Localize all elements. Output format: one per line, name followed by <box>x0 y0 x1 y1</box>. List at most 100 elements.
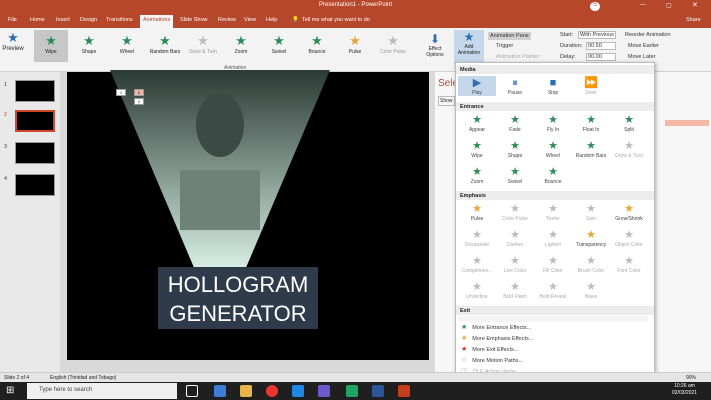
share-button[interactable]: Share <box>686 17 701 23</box>
entrance-grow-turn[interactable]: ★ Grow & Turn <box>610 139 648 159</box>
task-view-icon[interactable] <box>186 385 198 397</box>
animation-tag[interactable]: 1 <box>116 89 126 96</box>
effect-shape[interactable]: ★ Shape <box>72 30 106 62</box>
emphasis-underline[interactable]: ★ Underline <box>458 280 496 300</box>
delay-input[interactable]: 00.00 <box>586 53 616 61</box>
animation-tag[interactable]: 0 <box>134 89 144 96</box>
entrance-appear[interactable]: ★ Appear <box>458 113 496 133</box>
media-pause[interactable]: ⏸ Pause <box>496 76 534 96</box>
slide-title-box[interactable]: HOLLOGRAM GENERATOR <box>158 267 318 329</box>
entrance-bounce[interactable]: ★ Bounce <box>534 165 572 185</box>
trigger-button[interactable]: Trigger <box>496 43 513 49</box>
powerpoint-icon[interactable] <box>398 385 410 397</box>
emphasis-complementary[interactable]: ★ Complemen... <box>458 254 496 274</box>
emphasis-object-color[interactable]: ★ Object Color <box>610 228 648 248</box>
more-motion-paths[interactable]: ☆ More Motion Paths... <box>461 356 523 364</box>
emphasis-bold-flash[interactable]: ★ Bold Flash <box>496 280 534 300</box>
entrance-fly-in[interactable]: ★ Fly In <box>534 113 572 133</box>
tab-design[interactable]: Design <box>80 17 97 23</box>
effect-zoom[interactable]: ★ Zoom <box>224 30 258 62</box>
effect-options-button[interactable]: ⬇ Effect Options <box>422 32 448 58</box>
close-icon[interactable]: ✕ <box>692 1 698 9</box>
emphasis-wave[interactable]: ★ Wave <box>572 280 610 300</box>
emphasis-pulse[interactable]: ★ Pulse <box>458 202 496 222</box>
entrance-float-in[interactable]: ★ Float In <box>572 113 610 133</box>
start-select[interactable]: With Previous <box>578 31 616 39</box>
minimize-icon[interactable]: — <box>640 2 646 8</box>
photos-icon[interactable] <box>318 385 330 397</box>
zoom-level[interactable]: 90% <box>686 375 696 381</box>
more-exit-effects[interactable]: ★ More Exit Effects... <box>461 345 518 353</box>
file-explorer-icon[interactable] <box>240 385 252 397</box>
effect-wipe[interactable]: ★ Wipe <box>34 30 68 62</box>
media-play[interactable]: ▶ Play <box>458 76 496 96</box>
tab-insert[interactable]: Insert <box>56 17 70 23</box>
entrance-wheel[interactable]: ★ Wheel <box>534 139 572 159</box>
media-seek[interactable]: ⏩ Seek <box>572 76 610 96</box>
maximize-icon[interactable]: ▢ <box>666 2 672 9</box>
move-later-button[interactable]: Move Later <box>628 54 656 60</box>
language-status[interactable]: English (Trinidad and Tobago) <box>50 375 116 381</box>
slide-thumbnail-2[interactable] <box>15 110 55 132</box>
tab-transitions[interactable]: Transitions <box>106 17 133 23</box>
tab-home[interactable]: Home <box>30 17 45 23</box>
entrance-wipe[interactable]: ★ Wipe <box>458 139 496 159</box>
media-stop[interactable]: ■ Stop <box>534 76 572 96</box>
emphasis-font-color[interactable]: ★ Font Color <box>610 254 648 274</box>
entrance-zoom[interactable]: ★ Zoom <box>458 165 496 185</box>
add-animation-button[interactable]: ★ Add Animation <box>454 30 484 64</box>
emphasis-transparency[interactable]: ★ Transparency <box>572 228 610 248</box>
chrome-icon[interactable] <box>266 385 278 397</box>
emphasis-brush-color[interactable]: ★ Brush Color <box>572 254 610 274</box>
more-entrance-effects[interactable]: ★ More Entrance Effects... <box>461 323 531 331</box>
animation-pane-button[interactable]: Animation Pane <box>488 32 531 40</box>
slide-thumbnail-3[interactable] <box>15 142 55 164</box>
more-emphasis-effects[interactable]: ★ More Emphasis Effects... <box>461 334 533 342</box>
effect-wheel[interactable]: ★ Wheel <box>110 30 144 62</box>
word-icon[interactable] <box>372 385 384 397</box>
tab-review[interactable]: Review <box>218 17 236 23</box>
tab-file[interactable]: File <box>8 17 17 23</box>
effect-bounce[interactable]: ★ Bounce <box>300 30 334 62</box>
selected-pane-item[interactable] <box>665 120 709 126</box>
tell-me-input[interactable]: Tell me what you want to do <box>302 17 370 23</box>
edge-icon[interactable] <box>214 385 226 397</box>
entrance-fade[interactable]: ★ Fade <box>496 113 534 133</box>
effect-grow-turn[interactable]: ★ Grow & Turn <box>186 30 220 62</box>
emphasis-bold-reveal[interactable]: ★ Bold Reveal <box>534 280 572 300</box>
effect-color-pulse[interactable]: ★ Color Pulse <box>376 30 410 62</box>
windows-start-icon[interactable]: ⊞ <box>6 385 14 396</box>
entrance-random-bars[interactable]: ★ Random Bars <box>572 139 610 159</box>
emphasis-line-color[interactable]: ★ Line Color <box>496 254 534 274</box>
emphasis-teeter[interactable]: ★ Teeter <box>534 202 572 222</box>
taskbar-search[interactable]: Type here to search <box>27 383 177 399</box>
tab-help[interactable]: Help <box>266 17 277 23</box>
animation-tag[interactable]: 2 <box>134 98 144 105</box>
taskbar-clock[interactable]: 10:26 am 02/03/2021 <box>672 383 697 397</box>
app-icon[interactable] <box>346 385 358 397</box>
tab-animations[interactable]: Animations <box>140 15 174 28</box>
entrance-swivel[interactable]: ★ Swivel <box>496 165 534 185</box>
exit-effects-row[interactable] <box>458 316 648 322</box>
emphasis-color-pulse[interactable]: ★ Color Pulse <box>496 202 534 222</box>
animation-painter-button[interactable]: Animation Painter <box>496 54 539 60</box>
emphasis-lighten[interactable]: ★ Lighten <box>534 228 572 248</box>
tab-slideshow[interactable]: Slide Show <box>180 17 208 23</box>
emphasis-desaturate[interactable]: ★ Desaturate <box>458 228 496 248</box>
emphasis-darken[interactable]: ★ Darken <box>496 228 534 248</box>
duration-input[interactable]: 00.50 <box>586 42 616 50</box>
slide-thumbnail-1[interactable] <box>15 80 55 102</box>
preview-button[interactable]: ★ Preview <box>2 30 24 52</box>
effect-random-bars[interactable]: ★ Random Bars <box>148 30 182 62</box>
store-icon[interactable] <box>292 385 304 397</box>
effect-pulse[interactable]: ★ Pulse <box>338 30 372 62</box>
tab-view[interactable]: View <box>244 17 256 23</box>
emphasis-grow-shrink[interactable]: ★ Grow/Shrink <box>610 202 648 222</box>
entrance-split[interactable]: ★ Split <box>610 113 648 133</box>
effect-swivel[interactable]: ★ Swivel <box>262 30 296 62</box>
emphasis-fill-color[interactable]: ★ Fill Color <box>534 254 572 274</box>
slide-thumbnail-4[interactable] <box>15 174 55 196</box>
emphasis-spin[interactable]: ★ Spin <box>572 202 610 222</box>
user-avatar[interactable]: S <box>590 2 600 11</box>
move-earlier-button[interactable]: Move Earlier <box>628 43 659 49</box>
